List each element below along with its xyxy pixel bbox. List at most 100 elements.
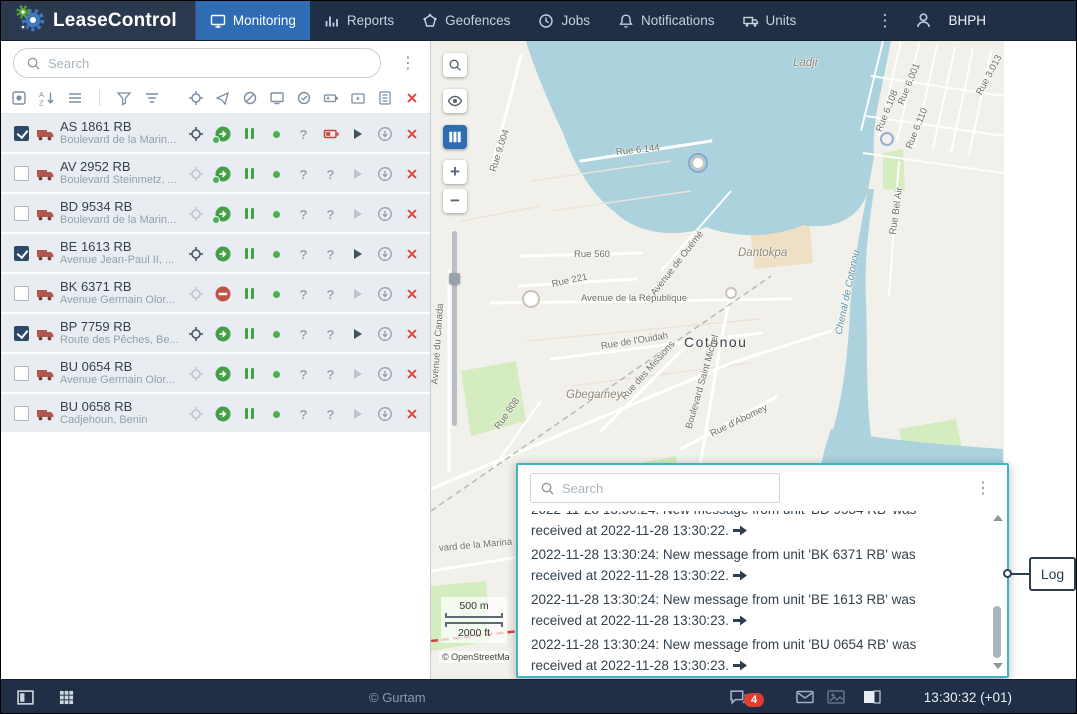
col-connection-icon[interactable] (236, 90, 263, 106)
unit-checkbox[interactable] (14, 126, 29, 141)
unit-checkbox[interactable] (14, 366, 29, 381)
scroll-down-icon[interactable] (993, 663, 1003, 669)
unit-checkbox[interactable] (14, 246, 29, 261)
log-tab-handle[interactable]: Log (1029, 557, 1076, 591)
map-zoom-in-button[interactable]: + (443, 160, 467, 184)
map-search-button[interactable] (443, 53, 467, 77)
map-zoom-slider[interactable] (452, 231, 457, 426)
toggle-left-panel-icon[interactable] (17, 680, 34, 714)
unit-search-input[interactable] (48, 56, 368, 71)
locate-unit-icon[interactable] (182, 246, 209, 262)
col-battery-icon[interactable] (317, 90, 344, 106)
log-overflow-menu-icon[interactable]: ⋮ (971, 478, 995, 498)
view-mode-icon[interactable] (67, 90, 83, 106)
unit-row[interactable]: BE 1613 RB Avenue Jean-Paul II, ... ? ? (1, 234, 430, 274)
unit-row[interactable]: AV 2952 RB Boulevard Steinmetz, ... ? ? (1, 154, 430, 194)
log-search-input[interactable] (562, 481, 770, 496)
unit-row[interactable]: AS 1861 RB Boulevard de la Marin... ? (1, 114, 430, 154)
app-logo[interactable]: LeaseControl (1, 1, 196, 40)
go-to-message-icon[interactable] (733, 615, 748, 626)
col-clear-icon[interactable] (398, 90, 425, 106)
map-layers-button[interactable] (443, 125, 467, 149)
unit-row[interactable]: BU 0654 RB Avenue Germain Olor... ? ? (1, 354, 430, 394)
follow-unit-icon[interactable] (371, 206, 398, 222)
tab-notifications[interactable]: Notifications (604, 1, 729, 40)
col-properties-icon[interactable] (371, 90, 398, 106)
filter-list-icon[interactable] (144, 90, 160, 106)
unit-row[interactable]: BD 9534 RB Boulevard de la Marin... ? ? (1, 194, 430, 234)
map-visibility-button[interactable] (443, 89, 467, 113)
remove-from-list-icon[interactable] (398, 207, 425, 221)
map-zoom-slider-handle[interactable] (449, 273, 460, 284)
go-to-message-icon[interactable] (733, 525, 748, 536)
follow-unit-icon[interactable] (371, 126, 398, 142)
remove-from-list-icon[interactable] (398, 287, 425, 301)
track-play-icon[interactable] (344, 369, 371, 379)
go-to-message-icon[interactable] (733, 570, 748, 581)
log-scrollbar[interactable] (991, 513, 1004, 671)
topbar-overflow-menu-icon[interactable]: ⋮ (870, 11, 899, 31)
follow-unit-icon[interactable] (371, 246, 398, 262)
track-play-icon[interactable] (344, 129, 371, 139)
filter-funnel-icon[interactable] (116, 90, 132, 106)
locate-unit-icon[interactable] (182, 366, 209, 382)
map-zoom-out-button[interactable]: − (443, 189, 467, 213)
remove-from-list-icon[interactable] (398, 247, 425, 261)
mail-icon[interactable] (796, 680, 814, 714)
sort-az-icon[interactable]: AZ (39, 90, 55, 106)
track-play-icon[interactable] (344, 329, 371, 339)
unit-checkbox[interactable] (14, 286, 29, 301)
tab-geofences[interactable]: Geofences (408, 1, 524, 40)
col-video-icon[interactable] (344, 90, 371, 106)
unit-search-box[interactable] (13, 48, 381, 78)
track-play-icon[interactable] (344, 409, 371, 419)
apps-grid-icon[interactable] (59, 680, 74, 714)
col-validity-icon[interactable] (290, 90, 317, 106)
panel-overflow-menu-icon[interactable]: ⋮ (395, 53, 421, 73)
track-play-icon[interactable] (344, 289, 371, 299)
tab-units[interactable]: Units (729, 1, 811, 40)
track-play-icon[interactable] (344, 209, 371, 219)
locate-unit-icon[interactable] (182, 126, 209, 142)
unit-checkbox[interactable] (14, 166, 29, 181)
remove-from-list-icon[interactable] (398, 407, 425, 421)
follow-unit-icon[interactable] (371, 286, 398, 302)
unit-row[interactable]: BK 6371 RB Avenue Germain Olor... ? ? (1, 274, 430, 314)
scroll-up-icon[interactable] (993, 515, 1003, 521)
col-motion-icon[interactable] (209, 90, 236, 106)
image-icon[interactable] (827, 680, 845, 714)
locate-unit-icon[interactable] (182, 286, 209, 302)
tab-monitoring[interactable]: Monitoring (196, 1, 310, 40)
unit-checkbox[interactable] (14, 326, 29, 341)
locate-unit-icon[interactable] (182, 406, 209, 422)
log-search-box[interactable] (530, 473, 780, 503)
go-to-message-icon[interactable] (733, 660, 748, 671)
tab-reports[interactable]: Reports (310, 1, 408, 40)
scrollbar-thumb[interactable] (993, 606, 1001, 658)
follow-unit-icon[interactable] (371, 406, 398, 422)
log-entry-text: 2022-11-28 13:30:24: New message from un… (531, 637, 916, 672)
col-location-icon[interactable] (182, 90, 209, 106)
visibility-toggle-icon[interactable] (11, 90, 27, 106)
track-play-icon[interactable] (344, 169, 371, 179)
remove-from-list-icon[interactable] (398, 327, 425, 341)
remove-from-list-icon[interactable] (398, 127, 425, 141)
remove-from-list-icon[interactable] (398, 367, 425, 381)
tab-jobs[interactable]: Jobs (524, 1, 604, 40)
track-play-icon[interactable] (344, 249, 371, 259)
locate-unit-icon[interactable] (182, 206, 209, 222)
layout-panel-icon[interactable] (863, 680, 881, 714)
follow-unit-icon[interactable] (371, 166, 398, 182)
unit-row[interactable]: BU 0658 RB Cadjehoun, Benin ? ? (1, 394, 430, 434)
col-screen-icon[interactable] (263, 90, 290, 106)
locate-unit-icon[interactable] (182, 326, 209, 342)
follow-unit-icon[interactable] (371, 366, 398, 382)
locate-unit-icon[interactable] (182, 166, 209, 182)
unit-checkbox[interactable] (14, 206, 29, 221)
remove-from-list-icon[interactable] (398, 167, 425, 181)
messages-icon[interactable]: 4 (729, 680, 748, 714)
user-name[interactable]: BHPH (948, 13, 986, 28)
unit-row[interactable]: BP 7759 RB Route des Pêches, Be... ? ? (1, 314, 430, 354)
follow-unit-icon[interactable] (371, 326, 398, 342)
unit-checkbox[interactable] (14, 406, 29, 421)
